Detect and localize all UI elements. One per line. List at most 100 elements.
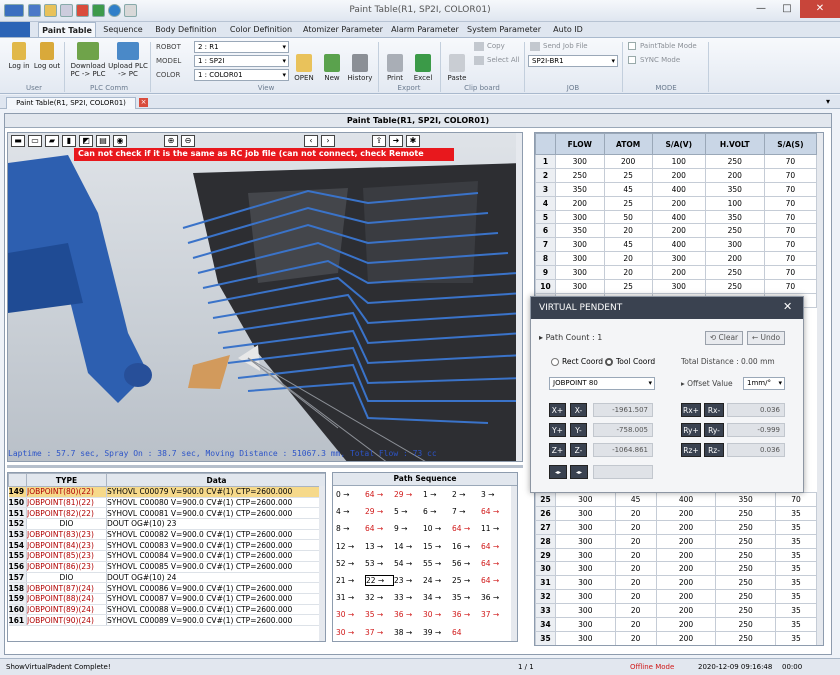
- value-cell[interactable]: 35: [774, 575, 818, 591]
- parameter-row[interactable]: 26 300 20 200 250 35: [535, 505, 818, 521]
- value-cell[interactable]: 35: [774, 630, 818, 645]
- download-button[interactable]: Download PC -> PLC: [68, 42, 108, 78]
- sequence-step[interactable]: 30 →: [336, 628, 365, 637]
- car-front-icon[interactable]: ▭: [28, 135, 42, 147]
- jog-plus-button[interactable]: Rz+: [681, 443, 701, 457]
- value-cell[interactable]: 250: [715, 547, 776, 563]
- value-cell[interactable]: 250: [715, 533, 776, 549]
- sequence-step[interactable]: 25 →: [452, 576, 481, 585]
- table-row[interactable]: 156 JOBPOINT(86)(23) SYHOVL C00085 V=900.0…: [8, 561, 325, 573]
- value-cell[interactable]: 20: [603, 265, 653, 281]
- value-cell[interactable]: 350: [704, 181, 765, 197]
- car-iso-icon[interactable]: ◩: [79, 135, 93, 147]
- jog-plus-button[interactable]: Z+: [549, 443, 566, 457]
- job-select[interactable]: SP2I-BR1: [528, 55, 618, 67]
- value-cell[interactable]: 350: [555, 181, 605, 197]
- value-cell[interactable]: 400: [651, 237, 706, 253]
- value-cell[interactable]: 20: [614, 617, 657, 632]
- sequence-step[interactable]: 54 →: [394, 559, 423, 568]
- value-cell[interactable]: 400: [651, 181, 706, 197]
- car-side-icon[interactable]: ▬: [11, 135, 25, 147]
- tab-paint-table[interactable]: Paint Table: [38, 22, 96, 38]
- parameter-row[interactable]: 9 300 20 200 250 70: [535, 265, 818, 281]
- jog-plus-button[interactable]: Rx+: [681, 403, 701, 417]
- table-row[interactable]: 158 JOBPOINT(87)(24) SYHOVL C00086 V=900.0…: [8, 582, 325, 594]
- sequence-step[interactable]: 2 →: [452, 490, 481, 499]
- value-cell[interactable]: 45: [614, 492, 657, 507]
- table-row[interactable]: 150 JOBPOINT(81)(22) SYHOVL C00080 V=900.0…: [8, 497, 325, 509]
- value-cell[interactable]: 20: [603, 251, 653, 267]
- parameter-row[interactable]: 29 300 20 200 250 35: [535, 547, 818, 563]
- value-cell[interactable]: 200: [655, 575, 717, 591]
- value-cell[interactable]: 45: [603, 237, 653, 253]
- value-cell[interactable]: 250: [704, 265, 765, 281]
- tab-auto-id[interactable]: Auto ID: [546, 22, 590, 38]
- parameter-row[interactable]: 10 300 25 300 250 70: [535, 279, 818, 294]
- parameter-row[interactable]: 27 300 20 200 250 35: [535, 519, 818, 535]
- jog-value-field[interactable]: -1961.507: [593, 403, 653, 417]
- jog-minus-button[interactable]: Ry-: [704, 423, 724, 437]
- value-cell[interactable]: 200: [655, 617, 717, 632]
- value-cell[interactable]: 400: [655, 492, 717, 507]
- column-header-sa-s[interactable]: S/A(S): [763, 133, 818, 155]
- value-cell[interactable]: 300: [555, 265, 605, 281]
- value-cell[interactable]: 25: [603, 167, 653, 183]
- sequence-step[interactable]: 39 →: [423, 628, 452, 637]
- value-cell[interactable]: 200: [655, 589, 717, 605]
- value-cell[interactable]: 250: [704, 279, 765, 294]
- value-cell[interactable]: 400: [651, 209, 706, 225]
- extra-value-field[interactable]: [593, 465, 653, 479]
- value-cell[interactable]: 35: [774, 505, 818, 521]
- sequence-step[interactable]: 22 →: [365, 575, 394, 587]
- sequence-step[interactable]: 64 →: [481, 507, 510, 516]
- value-cell[interactable]: 200: [655, 630, 717, 645]
- table-row[interactable]: 159 JOBPOINT(88)(24) SYHOVL C00087 V=900.0…: [8, 593, 325, 605]
- value-cell[interactable]: 200: [603, 154, 653, 169]
- sequence-step[interactable]: 35 →: [365, 610, 394, 619]
- viewer-scrollbar[interactable]: [516, 133, 522, 461]
- jog-plus-button[interactable]: Y+: [549, 423, 566, 437]
- jog-plus-button[interactable]: X+: [549, 403, 566, 417]
- parameter-row[interactable]: 5 300 50 400 350 70: [535, 209, 818, 225]
- value-cell[interactable]: 35: [774, 617, 818, 632]
- value-cell[interactable]: 300: [555, 251, 605, 267]
- table-row[interactable]: 161 JOBPOINT(90)(24) SYHOVL C00089 V=900.0…: [8, 614, 325, 626]
- offset-select[interactable]: 1mm/°: [743, 377, 785, 390]
- value-cell[interactable]: 300: [651, 251, 706, 267]
- value-cell[interactable]: 300: [555, 237, 605, 253]
- sequence-step[interactable]: 53 →: [365, 559, 394, 568]
- sequence-step[interactable]: 1 →: [423, 490, 452, 499]
- value-cell[interactable]: 25: [603, 279, 653, 294]
- move-left-button[interactable]: ◂▸: [549, 465, 567, 479]
- column-header-type[interactable]: TYPE: [26, 473, 107, 487]
- print-button[interactable]: Print: [381, 42, 409, 82]
- column-header-sa-v[interactable]: S/A(V): [651, 133, 706, 155]
- sequence-scrollbar[interactable]: [511, 486, 517, 641]
- logout-button[interactable]: Log out: [30, 42, 64, 70]
- value-cell[interactable]: 300: [704, 237, 765, 253]
- jog-plus-button[interactable]: Ry+: [681, 423, 701, 437]
- table-row[interactable]: 155 JOBPOINT(85)(23) SYHOVL C00084 V=900.0…: [8, 550, 325, 562]
- parameter-scrollbar[interactable]: [817, 133, 823, 645]
- settings-icon[interactable]: ✱: [406, 135, 420, 147]
- value-cell[interactable]: 350: [555, 223, 605, 239]
- color-select[interactable]: 1 : COLOR01: [194, 69, 289, 81]
- value-cell[interactable]: 35: [774, 561, 818, 577]
- value-cell[interactable]: 300: [555, 630, 616, 645]
- sync-mode-checkbox[interactable]: [628, 56, 636, 64]
- close-icon[interactable]: ✕: [783, 300, 792, 313]
- value-cell[interactable]: 250: [715, 589, 776, 605]
- value-cell[interactable]: 70: [763, 223, 818, 239]
- sequence-step[interactable]: 30 →: [336, 610, 365, 619]
- parameter-row[interactable]: 1 300 200 100 250 70: [535, 154, 818, 169]
- eye-icon[interactable]: ◉: [113, 135, 127, 147]
- value-cell[interactable]: 200: [655, 603, 717, 619]
- parameter-row[interactable]: 4 200 25 200 100 70: [535, 195, 818, 211]
- copy-button[interactable]: Copy: [487, 42, 505, 50]
- sequence-step[interactable]: 15 →: [423, 542, 452, 551]
- value-cell[interactable]: 250: [715, 519, 776, 535]
- value-cell[interactable]: 70: [763, 181, 818, 197]
- jog-value-field[interactable]: -0.999: [727, 423, 785, 437]
- jog-minus-button[interactable]: Rz-: [704, 443, 724, 457]
- jog-value-field[interactable]: -758.005: [593, 423, 653, 437]
